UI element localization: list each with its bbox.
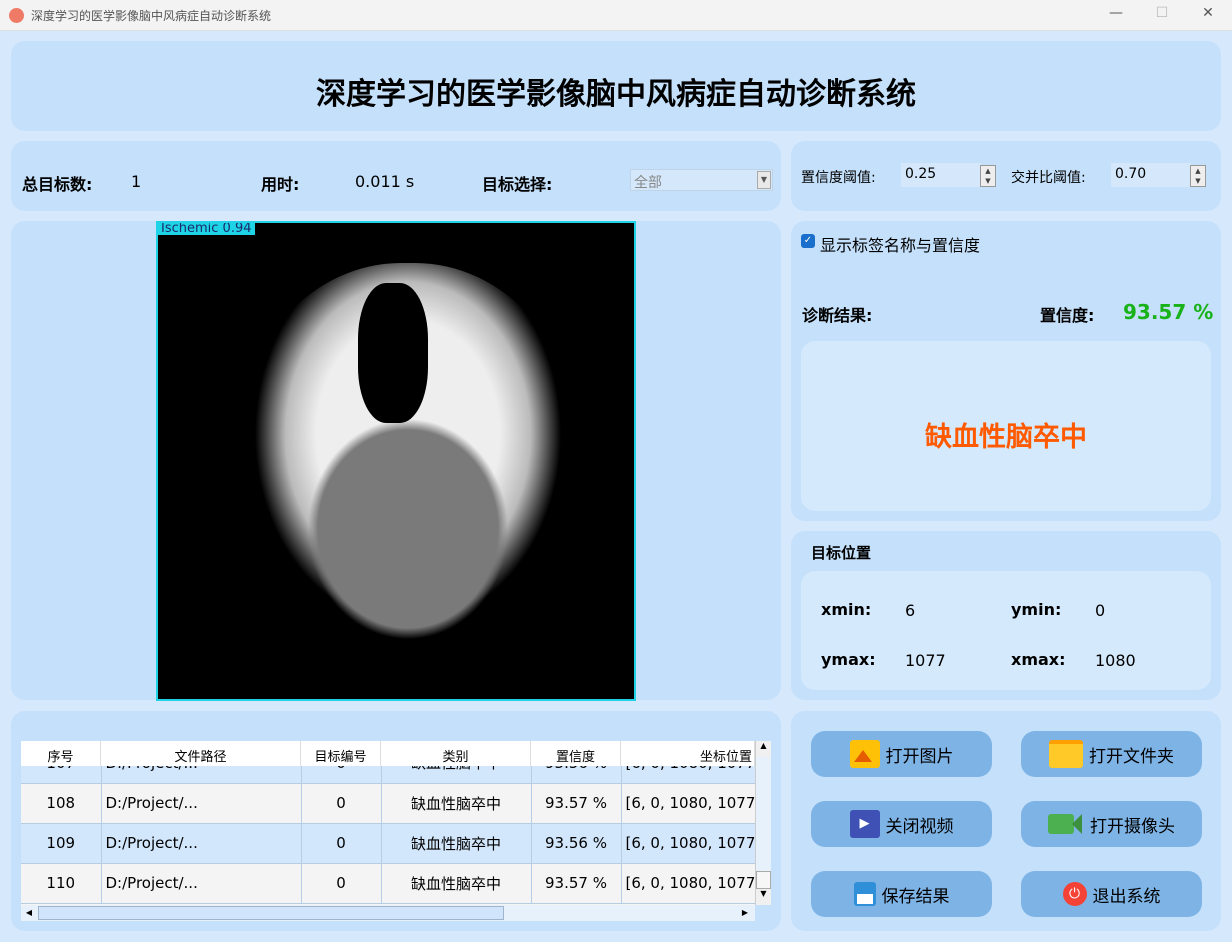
page-title: 深度学习的医学影像脑中风病症自动诊断系统 bbox=[316, 77, 916, 112]
sinus-region bbox=[358, 283, 428, 423]
xmin-label: xmin: bbox=[821, 600, 872, 619]
title-bar: 深度学习的医学影像脑中风病症自动诊断系统 — ☐ ✕ bbox=[0, 0, 1232, 31]
conf-threshold-input[interactable]: 0.25 bbox=[901, 163, 981, 187]
table-row[interactable]: 109 D:/Project/... 0 缺血性脑卒中 93.56 % [6, 0, 10… bbox=[21, 823, 755, 864]
vertical-scroll-thumb[interactable] bbox=[756, 871, 771, 889]
xmin-value: 6 bbox=[905, 601, 916, 620]
folder-icon bbox=[1049, 740, 1083, 768]
position-title: 目标位置 bbox=[811, 544, 872, 562]
show-label-checkbox[interactable]: ✓ bbox=[801, 234, 815, 248]
time-label: 用时: bbox=[261, 175, 300, 194]
show-label-text: 显示标签名称与置信度 bbox=[820, 236, 981, 255]
open-folder-label: 打开文件夹 bbox=[1089, 746, 1174, 767]
open-image-label: 打开图片 bbox=[885, 746, 954, 767]
close-video-label: 关闭视频 bbox=[885, 816, 954, 837]
open-image-button[interactable]: 打开图片 bbox=[811, 731, 992, 777]
col-header[interactable]: 坐标位置 bbox=[621, 741, 755, 766]
exit-label: 退出系统 bbox=[1092, 886, 1161, 907]
chevron-down-icon: ▼ bbox=[757, 171, 771, 189]
conf-threshold-label: 置信度阈值: bbox=[801, 170, 876, 186]
power-icon: ⏻ bbox=[1062, 882, 1087, 906]
xmax-label: xmax: bbox=[1011, 650, 1066, 669]
open-camera-button[interactable]: 打开摄像头 bbox=[1021, 801, 1202, 847]
total-targets-value: 1 bbox=[131, 172, 142, 191]
scroll-up-icon[interactable]: ▲ bbox=[756, 741, 771, 757]
detection-label: Ischemic 0.94 bbox=[158, 223, 255, 235]
minimize-button[interactable]: — bbox=[1101, 5, 1131, 21]
vertical-scrollbar[interactable]: ▲ ▼ bbox=[755, 741, 771, 905]
col-header[interactable]: 文件路径 bbox=[101, 741, 301, 766]
iou-threshold-label: 交并比阈值: bbox=[1011, 170, 1086, 186]
save-icon bbox=[853, 882, 876, 906]
confidence-label: 置信度: bbox=[1040, 306, 1095, 325]
open-camera-label: 打开摄像头 bbox=[1090, 816, 1175, 837]
target-select[interactable]: 全部 ▼ bbox=[630, 169, 773, 191]
ct-scan-image: Ischemic 0.94 bbox=[156, 221, 636, 701]
conf-spin-buttons[interactable]: ▲ ▼ bbox=[980, 165, 996, 187]
ymin-value: 0 bbox=[1095, 601, 1106, 620]
save-results-button[interactable]: 保存结果 bbox=[811, 871, 992, 917]
diagnosis-box: 缺血性脑卒中 bbox=[801, 341, 1211, 511]
video-icon: ▶ bbox=[849, 810, 880, 838]
col-header[interactable]: 类别 bbox=[381, 741, 531, 766]
table-row[interactable]: 110 D:/Project/... 0 缺血性脑卒中 93.57 % [6, 0, 10… bbox=[21, 863, 755, 904]
iou-threshold-input[interactable]: 0.70 bbox=[1111, 163, 1191, 187]
table-row[interactable]: 108 D:/Project/... 0 缺血性脑卒中 93.57 % [6, 0, 10… bbox=[21, 783, 755, 824]
horizontal-scrollbar[interactable]: ◀ ▶ bbox=[21, 905, 755, 921]
close-video-button[interactable]: ▶ 关闭视频 bbox=[811, 801, 992, 847]
exit-button[interactable]: ⏻ 退出系统 bbox=[1021, 871, 1202, 917]
image-icon bbox=[849, 740, 880, 768]
header-panel: 深度学习的医学影像脑中风病症自动诊断系统 bbox=[11, 41, 1221, 131]
time-value: 0.011 s bbox=[355, 172, 415, 191]
diagnosis-result: 缺血性脑卒中 bbox=[925, 422, 1087, 453]
open-folder-button[interactable]: 打开文件夹 bbox=[1021, 731, 1202, 777]
brain-logo-icon bbox=[9, 8, 24, 23]
close-button[interactable]: ✕ bbox=[1193, 5, 1223, 21]
maximize-button[interactable]: ☐ bbox=[1147, 5, 1177, 21]
horizontal-scroll-thumb[interactable] bbox=[38, 906, 504, 920]
confidence-value: 93.57 % bbox=[1123, 300, 1214, 324]
col-header[interactable]: 目标编号 bbox=[301, 741, 381, 766]
iou-spin-buttons[interactable]: ▲ ▼ bbox=[1190, 165, 1206, 187]
position-box bbox=[801, 571, 1211, 690]
ymax-label: ymax: bbox=[821, 650, 876, 669]
ymax-value: 1077 bbox=[905, 651, 946, 670]
camera-icon bbox=[1048, 814, 1082, 834]
window-title: 深度学习的医学影像脑中风病症自动诊断系统 bbox=[31, 9, 272, 23]
scroll-down-icon[interactable]: ▼ bbox=[756, 889, 771, 905]
col-header[interactable]: 置信度 bbox=[531, 741, 621, 766]
diagnosis-label: 诊断结果: bbox=[802, 306, 873, 325]
target-select-label: 目标选择: bbox=[482, 175, 553, 194]
col-header[interactable]: 序号 bbox=[21, 741, 101, 766]
ymin-label: ymin: bbox=[1011, 600, 1062, 619]
scroll-left-icon[interactable]: ◀ bbox=[21, 905, 37, 921]
total-targets-label: 总目标数: bbox=[22, 175, 93, 194]
save-results-label: 保存结果 bbox=[881, 886, 950, 907]
table-header: 序号 文件路径 目标编号 类别 置信度 坐标位置 bbox=[21, 741, 755, 766]
target-select-value: 全部 bbox=[634, 175, 662, 191]
scroll-right-icon[interactable]: ▶ bbox=[737, 905, 753, 921]
xmax-value: 1080 bbox=[1095, 651, 1136, 670]
